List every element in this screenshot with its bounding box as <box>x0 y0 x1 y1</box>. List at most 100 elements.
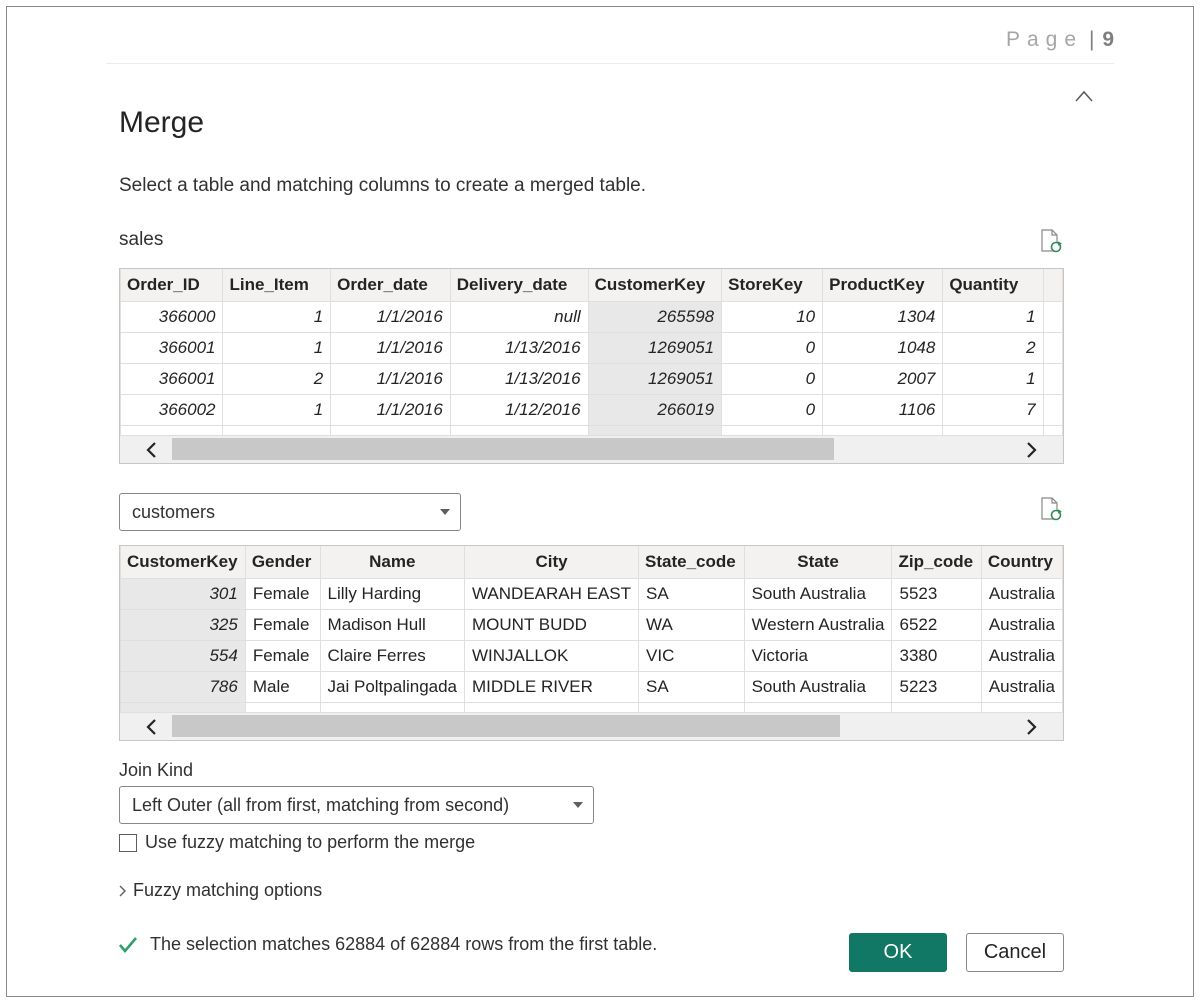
table-row: 325 Female Madison Hull MOUNT BUDD WA We… <box>120 608 1063 641</box>
page-header: Page | 9 <box>106 28 1114 64</box>
column-header[interactable]: Quantity <box>942 269 1044 302</box>
column-header-selected[interactable]: CustomerKey <box>587 269 723 302</box>
table-row: 786 Male Jai Poltpalingada MIDDLE RIVER … <box>120 670 1063 703</box>
fuzzy-matching-label[interactable]: Use fuzzy matching to perform the merge <box>145 832 475 853</box>
cancel-button[interactable]: Cancel <box>966 933 1064 972</box>
column-header[interactable]: Delivery_date <box>449 269 589 302</box>
table-cell: null <box>449 300 589 333</box>
table-cell: Female <box>244 577 321 610</box>
table-cell: 1/13/2016 <box>449 331 589 364</box>
table-row: 366002 1 1/1/2016 1/12/2016 266019 0 110… <box>120 393 1063 426</box>
check-icon <box>119 936 137 953</box>
table-cell <box>1042 393 1063 426</box>
table-select-dropdown[interactable]: customers <box>119 493 461 531</box>
scrollbar-thumb[interactable] <box>172 438 834 460</box>
table-cell <box>1042 300 1063 333</box>
column-header[interactable]: ProductKey <box>822 269 944 302</box>
table-cell: MIDDLE RIVER <box>464 670 640 703</box>
column-header[interactable]: Order_date <box>330 269 451 302</box>
table-cell: Australia <box>980 577 1063 610</box>
table-cell: 265598 <box>587 300 723 333</box>
chevron-right-icon[interactable] <box>1021 717 1041 737</box>
table-cell: 0 <box>721 393 824 426</box>
column-header[interactable]: State <box>743 546 893 579</box>
scrollbar-thumb[interactable] <box>172 715 840 737</box>
table-cell: 554 <box>120 639 246 672</box>
table-cell: 0 <box>721 331 824 364</box>
table-cell: Victoria <box>743 639 893 672</box>
table-cell: 1106 <box>822 393 944 426</box>
table-cell: 1/1/2016 <box>330 393 451 426</box>
table-cell: MOUNT BUDD <box>464 608 640 641</box>
fuzzy-options-label[interactable]: Fuzzy matching options <box>133 880 322 901</box>
horizontal-scrollbar[interactable] <box>120 435 1063 463</box>
table-cell: SA <box>638 670 745 703</box>
fuzzy-options-expander[interactable]: Fuzzy matching options <box>117 880 322 901</box>
column-header[interactable]: Name <box>319 546 466 579</box>
table-cell: Female <box>244 639 321 672</box>
table-cell: 786 <box>120 670 246 703</box>
page-number: 9 <box>1102 28 1114 51</box>
table-cell: 366002 <box>120 393 224 426</box>
column-header[interactable]: State_code <box>638 546 745 579</box>
table-cell: Australia <box>980 670 1063 703</box>
column-header[interactable]: City <box>464 546 640 579</box>
table-cell: 5223 <box>891 670 982 703</box>
table-cell: Female <box>244 608 321 641</box>
table-row: 301 Female Lilly Harding WANDEARAH EAST … <box>120 577 1063 610</box>
column-header[interactable]: Order_ID <box>120 269 224 302</box>
first-table-preview: Order_ID Line_Item Order_date Delivery_d… <box>119 268 1064 464</box>
join-kind-value: Left Outer (all from first, matching fro… <box>132 794 510 815</box>
refresh-icon[interactable] <box>1039 228 1063 254</box>
fuzzy-matching-option[interactable]: Use fuzzy matching to perform the merge <box>119 832 475 853</box>
join-kind-label: Join Kind <box>119 760 194 780</box>
table-row: 366000 1 1/1/2016 null 265598 10 1304 1 <box>120 300 1063 333</box>
page-word: Page <box>1005 28 1083 51</box>
table-cell: Western Australia <box>743 608 893 641</box>
column-header[interactable]: Gender <box>244 546 321 579</box>
table-cell: 1 <box>942 300 1044 333</box>
table-cell: Australia <box>980 639 1063 672</box>
table-cell: 3380 <box>891 639 982 672</box>
table-cell: Jai Poltpalingada <box>319 670 466 703</box>
table-cell: 5523 <box>891 577 982 610</box>
column-header[interactable]: Line_Item <box>222 269 332 302</box>
column-header-selected[interactable]: CustomerKey <box>120 546 246 579</box>
table-cell: 1/1/2016 <box>330 331 451 364</box>
table-cell: Claire Ferres <box>319 639 466 672</box>
join-kind-dropdown[interactable]: Left Outer (all from first, matching fro… <box>119 786 594 824</box>
table-header-row: Order_ID Line_Item Order_date Delivery_d… <box>120 269 1063 302</box>
second-table-preview: CustomerKey Gender Name City State_code … <box>119 545 1064 741</box>
table-cell: 1048 <box>822 331 944 364</box>
table-header-row: CustomerKey Gender Name City State_code … <box>120 546 1063 579</box>
table-cell: 0 <box>721 362 824 395</box>
table-cell: 1304 <box>822 300 944 333</box>
close-icon[interactable] <box>1073 88 1095 104</box>
table-cell <box>1042 331 1063 364</box>
fuzzy-matching-checkbox[interactable] <box>119 833 137 852</box>
refresh-icon[interactable] <box>1039 496 1063 522</box>
customers-table: CustomerKey Gender Name City State_code … <box>120 546 1063 717</box>
chevron-right-icon[interactable] <box>1021 440 1041 460</box>
chevron-left-icon[interactable] <box>142 717 162 737</box>
horizontal-scrollbar[interactable] <box>120 712 1063 740</box>
table-row: 554 Female Claire Ferres WINJALLOK VIC V… <box>120 639 1063 672</box>
chevron-left-icon[interactable] <box>142 440 162 460</box>
table-cell: 1 <box>222 331 332 364</box>
table-row: 366001 1 1/1/2016 1/13/2016 1269051 0 10… <box>120 331 1063 364</box>
ok-button[interactable]: OK <box>849 933 947 972</box>
column-header[interactable]: StoreKey <box>721 269 824 302</box>
table-cell: 1269051 <box>587 362 723 395</box>
table-cell: Lilly Harding <box>319 577 466 610</box>
table-cell: WA <box>638 608 745 641</box>
chevron-down-icon <box>573 802 583 808</box>
column-header[interactable]: Zip_code <box>891 546 982 579</box>
table-cell: 301 <box>120 577 246 610</box>
column-header[interactable]: Country <box>980 546 1063 579</box>
table-cell: 2007 <box>822 362 944 395</box>
dialog-title: Merge <box>119 106 205 139</box>
table-cell: WANDEARAH EAST <box>464 577 640 610</box>
table-cell: 1/1/2016 <box>330 300 451 333</box>
table-cell: 325 <box>120 608 246 641</box>
chevron-right-icon <box>119 885 126 896</box>
